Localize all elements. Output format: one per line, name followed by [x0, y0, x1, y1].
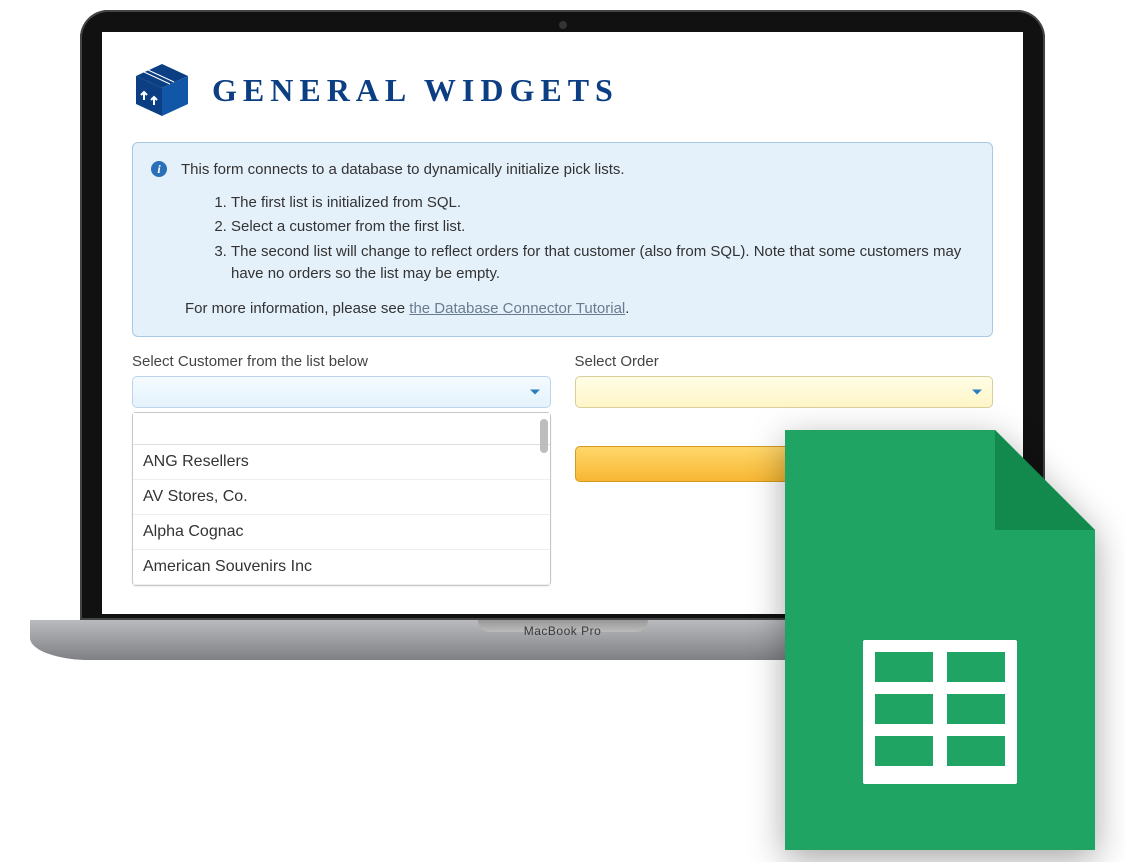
order-select[interactable] [575, 376, 994, 408]
box-logo-icon [132, 60, 192, 120]
google-sheets-icon [785, 430, 1095, 850]
info-step: The second list will change to reflect o… [231, 241, 972, 286]
customer-option[interactable]: American Souvenirs Inc [133, 550, 550, 585]
device-label: MacBook Pro [524, 624, 602, 638]
customer-dropdown: ANG Resellers AV Stores, Co. Alpha Cogna… [132, 412, 551, 586]
info-more: For more information, please see the Dat… [185, 298, 972, 321]
customer-label: Select Customer from the list below [132, 353, 551, 370]
chevron-down-icon [972, 390, 982, 395]
info-icon: i [151, 161, 167, 177]
info-more-prefix: For more information, please see [185, 300, 409, 317]
customer-option[interactable]: AV Stores, Co. [133, 480, 550, 515]
info-more-suffix: . [625, 300, 629, 317]
order-label: Select Order [575, 353, 994, 370]
scrollbar-thumb[interactable] [540, 419, 548, 453]
tutorial-link[interactable]: the Database Connector Tutorial [409, 300, 625, 317]
info-box: i This form connects to a database to dy… [132, 142, 993, 337]
customer-option[interactable]: Alpha Cognac [133, 515, 550, 550]
info-step: Select a customer from the first list. [231, 216, 972, 239]
camera-dot [559, 21, 567, 29]
brand-title: General Widgets [212, 72, 619, 109]
info-intro: This form connects to a database to dyna… [181, 159, 625, 182]
info-steps-list: The first list is initialized from SQL. … [231, 192, 972, 286]
customer-field: Select Customer from the list below ANG … [132, 353, 551, 586]
info-step: The first list is initialized from SQL. [231, 192, 972, 215]
dropdown-search-input[interactable] [133, 413, 550, 445]
customer-select[interactable] [132, 376, 551, 408]
customer-option[interactable]: ANG Resellers [133, 445, 550, 480]
brand-header: General Widgets [132, 60, 993, 120]
chevron-down-icon [530, 390, 540, 395]
